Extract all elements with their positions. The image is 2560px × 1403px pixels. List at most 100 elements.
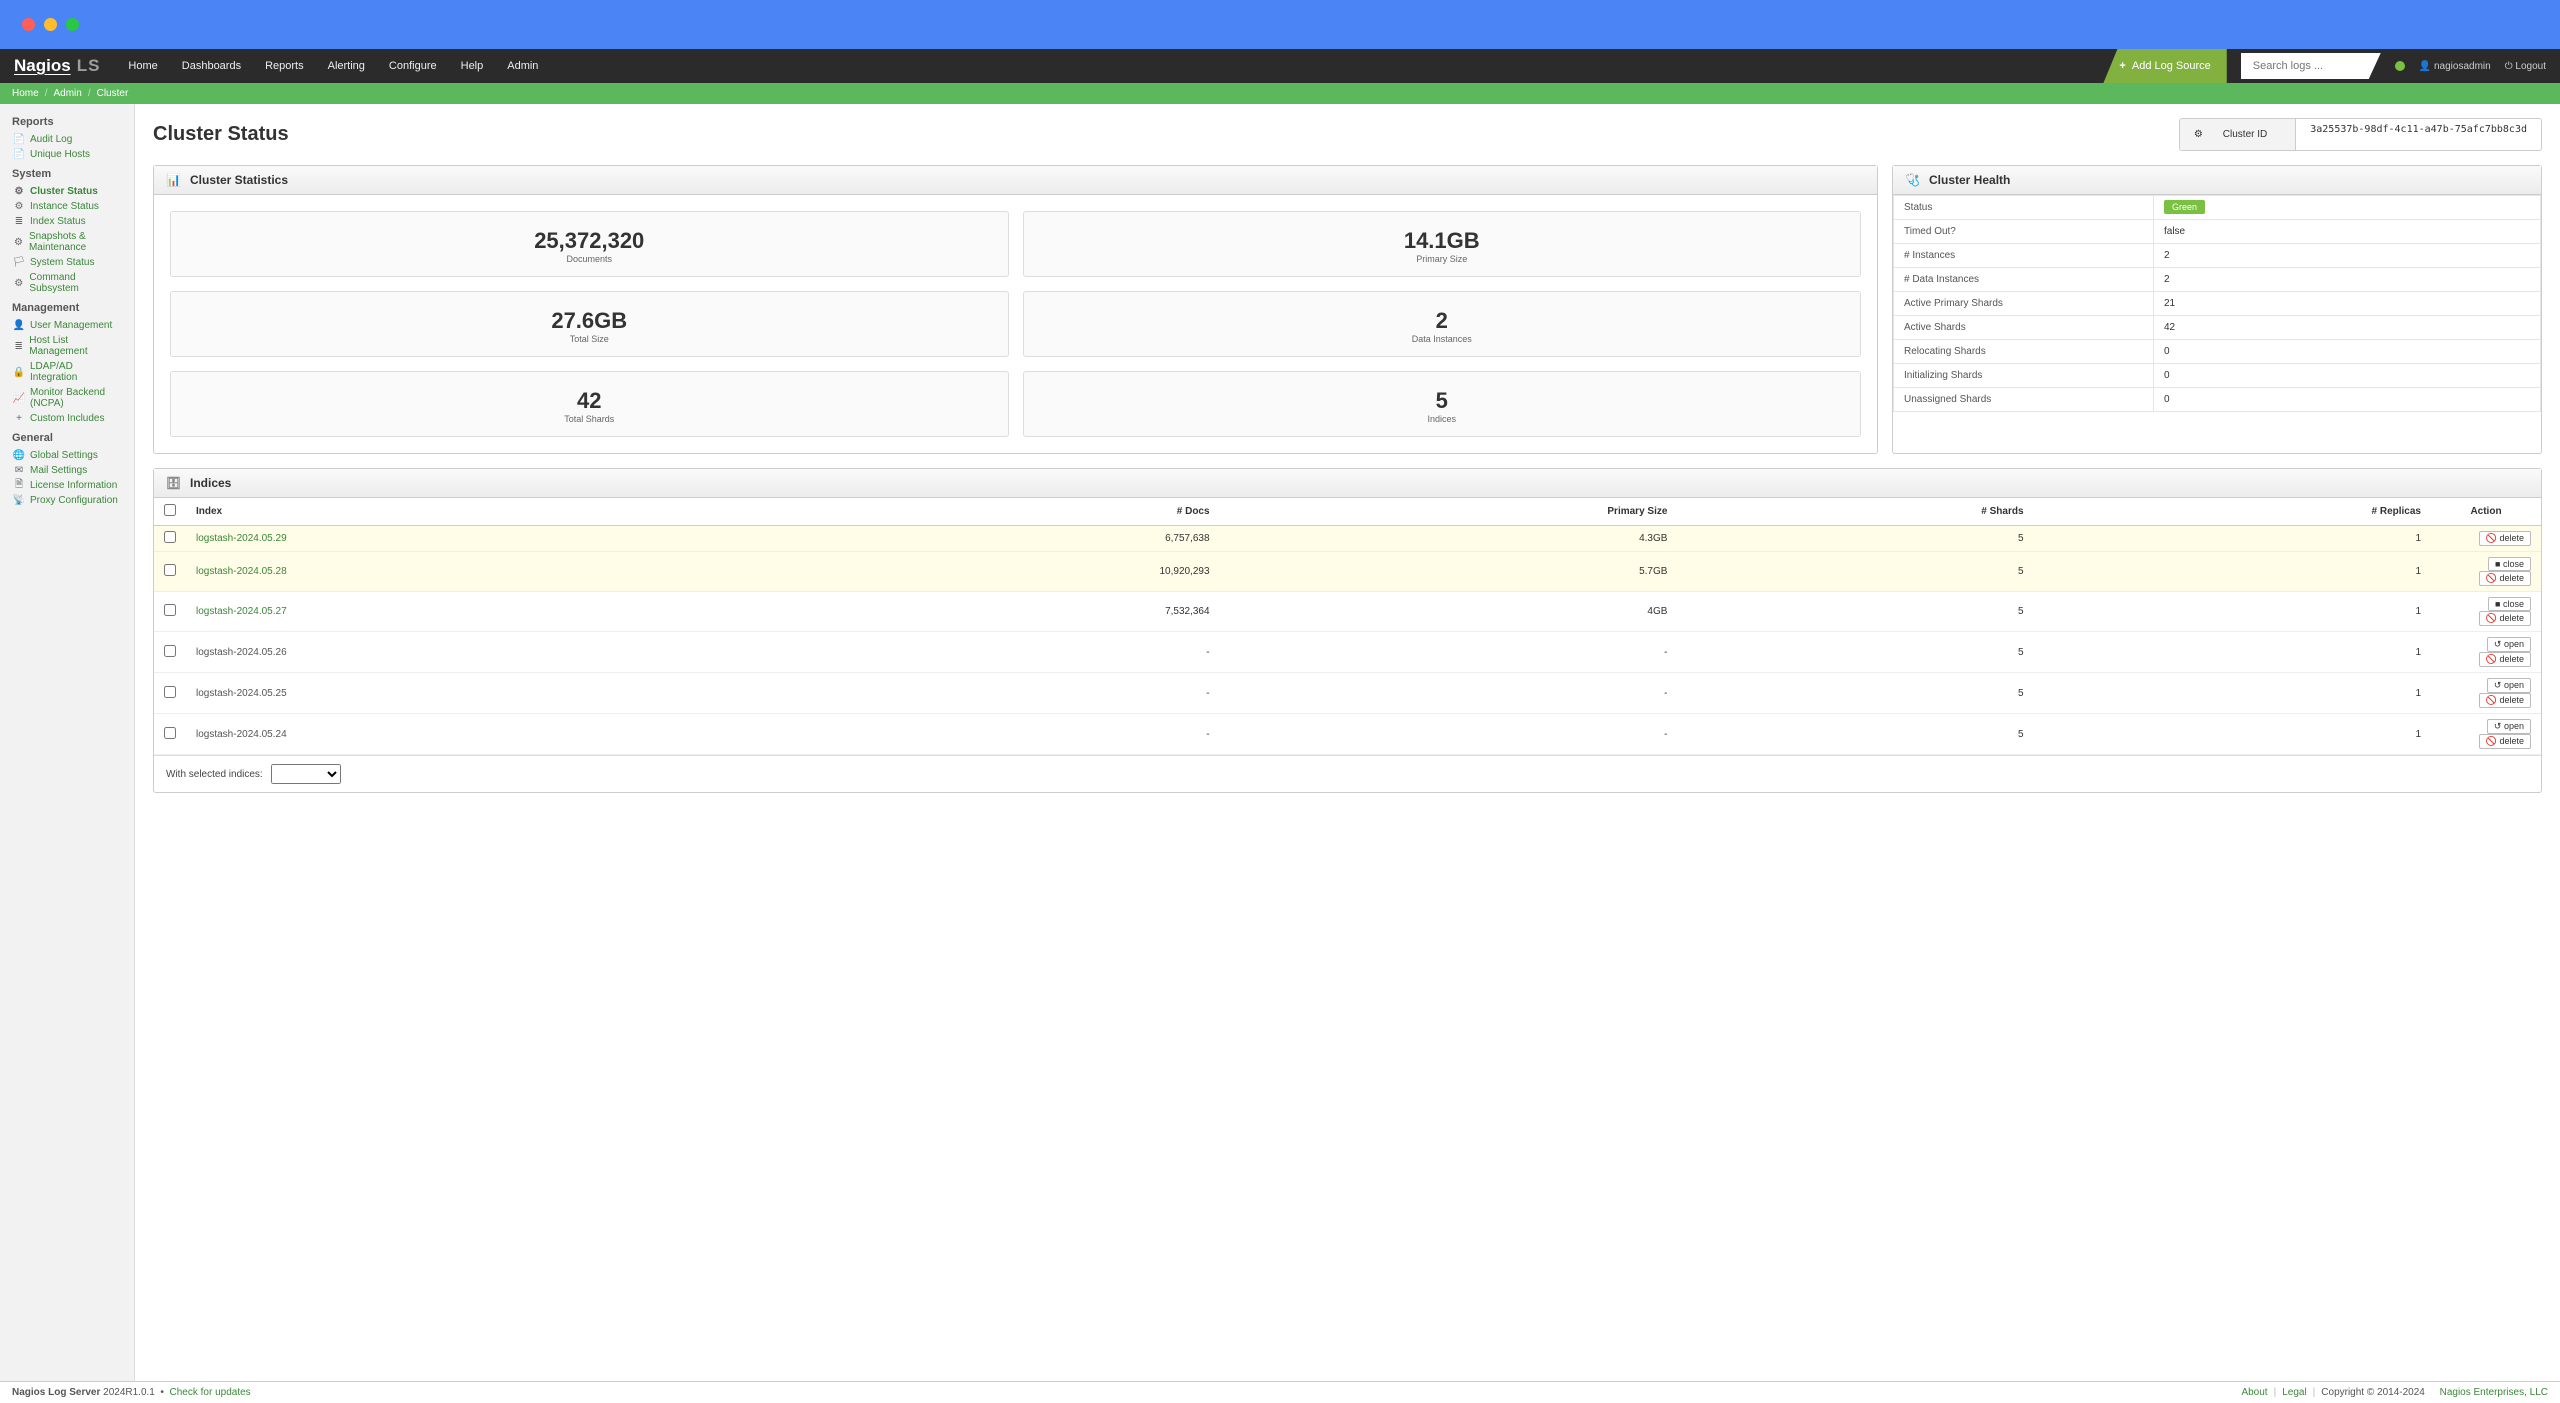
- health-key: Status: [1894, 196, 2154, 220]
- sidebar-item-label: License Information: [30, 480, 117, 491]
- sidebar-item-license-info[interactable]: 🗎License Information: [0, 478, 134, 493]
- sidebar-item-cluster-status[interactable]: ⚙Cluster Status: [0, 184, 134, 199]
- breadcrumb-admin[interactable]: Admin: [53, 88, 81, 99]
- sidebar-item-snapshots[interactable]: ⚙Snapshots & Maintenance: [0, 229, 134, 255]
- stat-value: 42: [181, 388, 998, 414]
- indices-panel: 🗄 Indices Index # Docs Primary Size # Sh…: [153, 468, 2542, 793]
- sidebar-item-label: Monitor Backend (NCPA): [30, 387, 122, 409]
- index-checkbox[interactable]: [164, 645, 176, 657]
- sidebar-item-ldap-ad[interactable]: 🔒LDAP/AD Integration: [0, 359, 134, 385]
- nav-reports[interactable]: Reports: [265, 60, 304, 72]
- logout-link[interactable]: ⏻ Logout: [2505, 61, 2546, 72]
- breadcrumb-home[interactable]: Home: [12, 88, 39, 99]
- nav-home[interactable]: Home: [128, 60, 157, 72]
- sidebar-item-user-management[interactable]: 👤User Management: [0, 318, 134, 333]
- sidebar-item-host-list[interactable]: ≣Host List Management: [0, 333, 134, 359]
- index-replicas: 1: [2034, 632, 2431, 673]
- check-updates-link[interactable]: Check for updates: [170, 1387, 251, 1398]
- sidebar-item-label: User Management: [30, 320, 112, 331]
- sidebar-item-custom-includes[interactable]: +Custom Includes: [0, 411, 134, 426]
- health-value: Green: [2154, 196, 2541, 220]
- index-checkbox[interactable]: [164, 604, 176, 616]
- index-delete-button[interactable]: 🚫 delete: [2479, 571, 2531, 586]
- custom-includes-icon: +: [14, 414, 24, 424]
- host-list-icon: ≣: [14, 341, 23, 351]
- index-open-button[interactable]: ↺ open: [2487, 678, 2531, 693]
- window-titlebar: [0, 0, 2560, 49]
- window-maximize-button[interactable]: [66, 18, 79, 31]
- sidebar-item-unique-hosts[interactable]: 📄Unique Hosts: [0, 147, 134, 162]
- select-all-checkbox[interactable]: [164, 504, 176, 516]
- index-checkbox[interactable]: [164, 564, 176, 576]
- index-delete-button[interactable]: 🚫 delete: [2479, 734, 2531, 749]
- nav-admin[interactable]: Admin: [507, 60, 538, 72]
- sidebar-item-mail-settings[interactable]: ✉Mail Settings: [0, 463, 134, 478]
- page-content: Cluster Status ⚙ Cluster ID 3a25537b-98d…: [135, 104, 2560, 1381]
- index-replicas: 1: [2034, 714, 2431, 755]
- search-input[interactable]: [2241, 53, 2381, 79]
- window-close-button[interactable]: [22, 18, 35, 31]
- footer-product: Nagios Log Server: [12, 1387, 100, 1398]
- nav-help[interactable]: Help: [461, 60, 484, 72]
- index-link[interactable]: logstash-2024.05.29: [196, 533, 287, 544]
- nav-dashboards[interactable]: Dashboards: [182, 60, 241, 72]
- sidebar-item-label: Instance Status: [30, 201, 99, 212]
- sidebar-item-instance-status[interactable]: ⚙Instance Status: [0, 199, 134, 214]
- index-open-button[interactable]: ↺ open: [2487, 637, 2531, 652]
- index-docs: -: [819, 673, 1220, 714]
- index-delete-button[interactable]: 🚫 delete: [2479, 531, 2531, 546]
- system-status-icon: 🏳: [14, 258, 24, 268]
- stat-label: Indices: [1034, 414, 1851, 424]
- health-row: Initializing Shards0: [1894, 364, 2541, 388]
- stat-label: Primary Size: [1034, 254, 1851, 264]
- sidebar-item-index-status[interactable]: ≣Index Status: [0, 214, 134, 229]
- panel-title: Cluster Statistics: [190, 173, 288, 187]
- sidebar-item-monitor-backend[interactable]: 📈 Monitor Backend (NCPA): [0, 385, 134, 411]
- nav-alerting[interactable]: Alerting: [328, 60, 365, 72]
- index-close-button[interactable]: ■ close: [2488, 557, 2531, 571]
- sidebar-item-proxy-config[interactable]: 📡Proxy Configuration: [0, 493, 134, 508]
- sidebar-item-system-status[interactable]: 🏳System Status: [0, 255, 134, 270]
- health-row: Relocating Shards0: [1894, 340, 2541, 364]
- sidebar-item-global-settings[interactable]: 🌐 Global Settings: [0, 448, 134, 463]
- breadcrumb-cluster[interactable]: Cluster: [97, 88, 129, 99]
- cluster-id-label: ⚙ Cluster ID: [2180, 119, 2296, 150]
- status-indicator-icon[interactable]: [2395, 61, 2405, 71]
- index-checkbox[interactable]: [164, 727, 176, 739]
- stat-card: 2Data Instances: [1023, 291, 1862, 357]
- index-primary: 5.7GB: [1220, 552, 1678, 592]
- health-row: # Data Instances2: [1894, 268, 2541, 292]
- index-close-button[interactable]: ■ close: [2488, 597, 2531, 611]
- stat-card: 25,372,320Documents: [170, 211, 1009, 277]
- sidebar-item-label: Global Settings: [30, 450, 98, 461]
- window-minimize-button[interactable]: [44, 18, 57, 31]
- index-actions: ■ close🚫 delete: [2431, 552, 2541, 592]
- index-open-button[interactable]: ↺ open: [2487, 719, 2531, 734]
- index-delete-button[interactable]: 🚫 delete: [2479, 611, 2531, 626]
- index-actions: ↺ open🚫 delete: [2431, 632, 2541, 673]
- index-name: logstash-2024.05.26: [196, 647, 287, 658]
- stat-label: Documents: [181, 254, 998, 264]
- footer-copyright: Copyright © 2014-2024: [2321, 1387, 2425, 1398]
- bulk-action-select[interactable]: [271, 764, 341, 784]
- health-value: 0: [2154, 388, 2541, 412]
- global-settings-icon: 🌐: [14, 451, 24, 461]
- nav-configure[interactable]: Configure: [389, 60, 437, 72]
- footer-about-link[interactable]: About: [2241, 1387, 2267, 1398]
- index-checkbox[interactable]: [164, 531, 176, 543]
- user-menu[interactable]: 👤 nagiosadmin: [2419, 61, 2491, 72]
- footer-legal-link[interactable]: Legal: [2282, 1387, 2306, 1398]
- footer-company-link[interactable]: Nagios Enterprises, LLC: [2440, 1387, 2548, 1398]
- col-replicas: # Replicas: [2034, 498, 2431, 526]
- sidebar-item-command-subsystem[interactable]: ⚙Command Subsystem: [0, 270, 134, 296]
- index-delete-button[interactable]: 🚫 delete: [2479, 693, 2531, 708]
- index-delete-button[interactable]: 🚫 delete: [2479, 652, 2531, 667]
- index-checkbox[interactable]: [164, 686, 176, 698]
- sidebar-item-audit-log[interactable]: 📄Audit Log: [0, 132, 134, 147]
- add-log-source-button[interactable]: Add Log Source: [2103, 49, 2226, 83]
- index-link[interactable]: logstash-2024.05.28: [196, 566, 287, 577]
- brand-logo[interactable]: Nagios LS: [14, 56, 100, 76]
- monitor-backend-icon: 📈: [14, 393, 24, 403]
- index-primary: 4.3GB: [1220, 526, 1678, 552]
- index-link[interactable]: logstash-2024.05.27: [196, 606, 287, 617]
